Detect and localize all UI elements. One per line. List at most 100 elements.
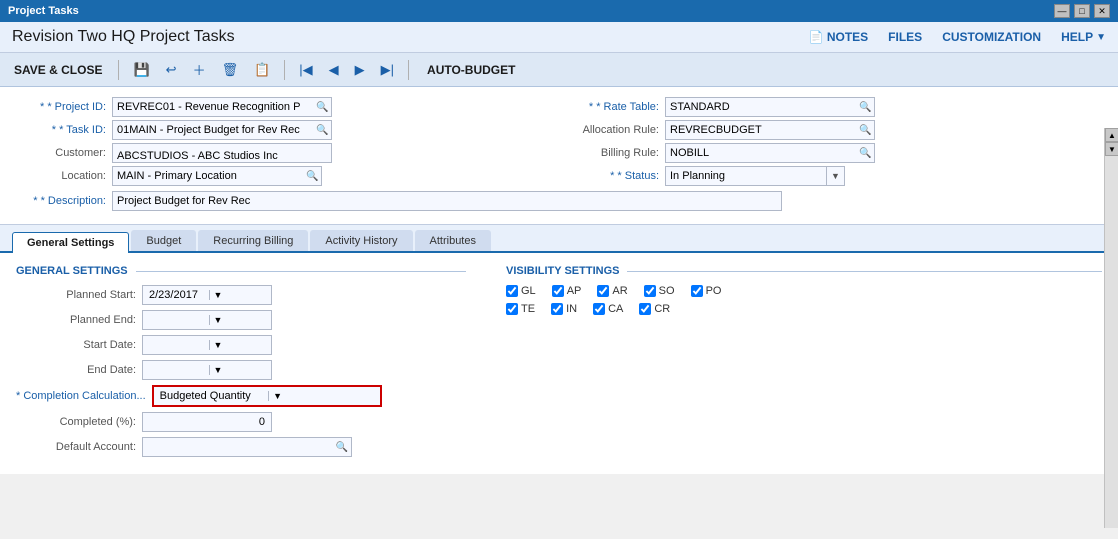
customization-button[interactable]: CUSTOMIZATION [942,30,1041,44]
customer-value: ABCSTUDIOS - ABC Studios Inc [112,143,332,163]
rate-table-field[interactable]: 🔍 [665,97,875,117]
checkbox-ap-input[interactable] [552,285,564,297]
checkbox-ca[interactable]: CA [593,303,623,315]
files-button[interactable]: FILES [888,30,922,44]
start-date-label: Start Date: [16,339,136,351]
completed-pct-row: Completed (%): [16,412,466,432]
scroll-down-arrow[interactable]: ▼ [1105,142,1118,156]
customer-row: Customer: ABCSTUDIOS - ABC Studios Inc [16,143,549,163]
scroll-up-arrow[interactable]: ▲ [1105,128,1118,142]
completion-calc-field[interactable]: Budgeted Quantity ▼ [152,385,382,407]
task-id-search-icon: 🔍 [313,125,331,136]
planned-end-field[interactable]: ▼ [142,310,272,330]
checkbox-gl-input[interactable] [506,285,518,297]
scrollbar[interactable]: ▲ ▼ [1104,128,1118,528]
description-input[interactable] [112,191,782,211]
title-bar-text: Project Tasks [8,5,79,17]
tab-activity-history[interactable]: Activity History [310,230,412,251]
planned-start-field[interactable]: 2/23/2017 ▼ [142,285,272,305]
task-id-field[interactable]: 🔍 [112,120,332,140]
delete-button[interactable]: 🗑 [218,60,243,80]
project-id-label: * Project ID: [16,101,106,113]
default-account-row: Default Account: 🔍 [16,437,466,457]
first-button[interactable]: |◀ [295,60,316,80]
prev-button[interactable]: ◀ [325,60,343,80]
checkbox-po[interactable]: PO [691,285,722,297]
checkbox-te[interactable]: TE [506,303,535,315]
start-date-field[interactable]: ▼ [142,335,272,355]
copy-button[interactable]: 📋 [250,60,274,80]
tab-attributes[interactable]: Attributes [415,230,491,251]
completed-pct-input[interactable] [142,412,272,432]
auto-budget-button[interactable]: AUTO-BUDGET [427,63,515,77]
planned-start-arrow[interactable]: ▼ [209,290,272,300]
end-date-arrow[interactable]: ▼ [209,365,272,375]
undo-button[interactable]: ↩ [162,60,181,80]
toolbar-separator-3 [408,60,409,80]
maximize-button[interactable]: □ [1074,4,1090,18]
delete-icon: 🗑 [222,62,239,78]
save-icon-button[interactable]: 💾 [129,60,153,80]
task-id-label: * Task ID: [16,124,106,136]
task-id-input[interactable] [113,122,313,138]
allocation-rule-label: Allocation Rule: [569,124,659,136]
location-field[interactable]: 🔍 [112,166,322,186]
general-settings-title: GENERAL SETTINGS [16,265,466,277]
tab-budget[interactable]: Budget [131,230,196,251]
allocation-rule-search-icon: 🔍 [856,125,874,136]
last-button[interactable]: ▶| [377,60,398,80]
default-account-field[interactable]: 🔍 [142,437,352,457]
toolbar: SAVE & CLOSE 💾 ↩ ＋ 🗑 📋 |◀ ◀ ▶ ▶| A [0,53,1118,87]
project-id-field[interactable]: 🔍 [112,97,332,117]
completion-calc-arrow[interactable]: ▼ [268,391,380,401]
planned-end-arrow[interactable]: ▼ [209,315,272,325]
completion-calc-label: * Completion Calculation... [16,390,146,402]
project-id-input[interactable] [113,99,313,115]
notes-button[interactable]: 📄 NOTES [809,30,868,44]
form-left: * Project ID: 🔍 * Task ID: 🔍 Customer: [16,97,549,189]
visibility-settings-title: VISIBILITY SETTINGS [506,265,1102,277]
checkbox-cr[interactable]: CR [639,303,670,315]
checkbox-gl[interactable]: GL [506,285,536,297]
visibility-checkboxes: GL AP AR SO [506,285,1102,315]
save-close-button[interactable]: SAVE & CLOSE [8,61,108,79]
status-input[interactable] [666,168,826,184]
start-date-arrow[interactable]: ▼ [209,340,272,350]
rate-table-input[interactable] [666,99,856,115]
help-button[interactable]: HELP [1061,30,1106,44]
title-bar-controls[interactable]: — □ ✕ [1054,4,1110,18]
checkbox-so[interactable]: SO [644,285,675,297]
billing-rule-field[interactable]: 🔍 [665,143,875,163]
end-date-field[interactable]: ▼ [142,360,272,380]
checkbox-ar-input[interactable] [597,285,609,297]
allocation-rule-field[interactable]: 🔍 [665,120,875,140]
billing-rule-label: Billing Rule: [569,147,659,159]
checkbox-cr-input[interactable] [639,303,651,315]
status-row: * Status: ▼ [569,166,1102,186]
status-field[interactable]: ▼ [665,166,845,186]
description-row: * Description: [16,191,1102,211]
next-button[interactable]: ▶ [351,60,369,80]
checkbox-ar[interactable]: AR [597,285,627,297]
status-dropdown-arrow[interactable]: ▼ [826,167,844,185]
minimize-button[interactable]: — [1054,4,1070,18]
tab-recurring-billing[interactable]: Recurring Billing [198,230,308,251]
checkbox-so-input[interactable] [644,285,656,297]
checkbox-te-input[interactable] [506,303,518,315]
planned-end-label: Planned End: [16,314,136,326]
billing-rule-input[interactable] [666,145,856,161]
default-account-input[interactable] [143,439,333,455]
allocation-rule-row: Allocation Rule: 🔍 [569,120,1102,140]
tab-content-general-settings: GENERAL SETTINGS Planned Start: 2/23/201… [0,253,1118,474]
close-button[interactable]: ✕ [1094,4,1110,18]
checkbox-in-input[interactable] [551,303,563,315]
checkbox-ap[interactable]: AP [552,285,582,297]
tab-general-settings[interactable]: General Settings [12,232,129,253]
allocation-rule-input[interactable] [666,122,856,138]
checkbox-po-input[interactable] [691,285,703,297]
checkbox-ca-input[interactable] [593,303,605,315]
checkbox-in[interactable]: IN [551,303,577,315]
add-button[interactable]: ＋ [189,58,210,81]
completion-calc-value: Budgeted Quantity [154,388,269,404]
location-input[interactable] [113,168,303,184]
